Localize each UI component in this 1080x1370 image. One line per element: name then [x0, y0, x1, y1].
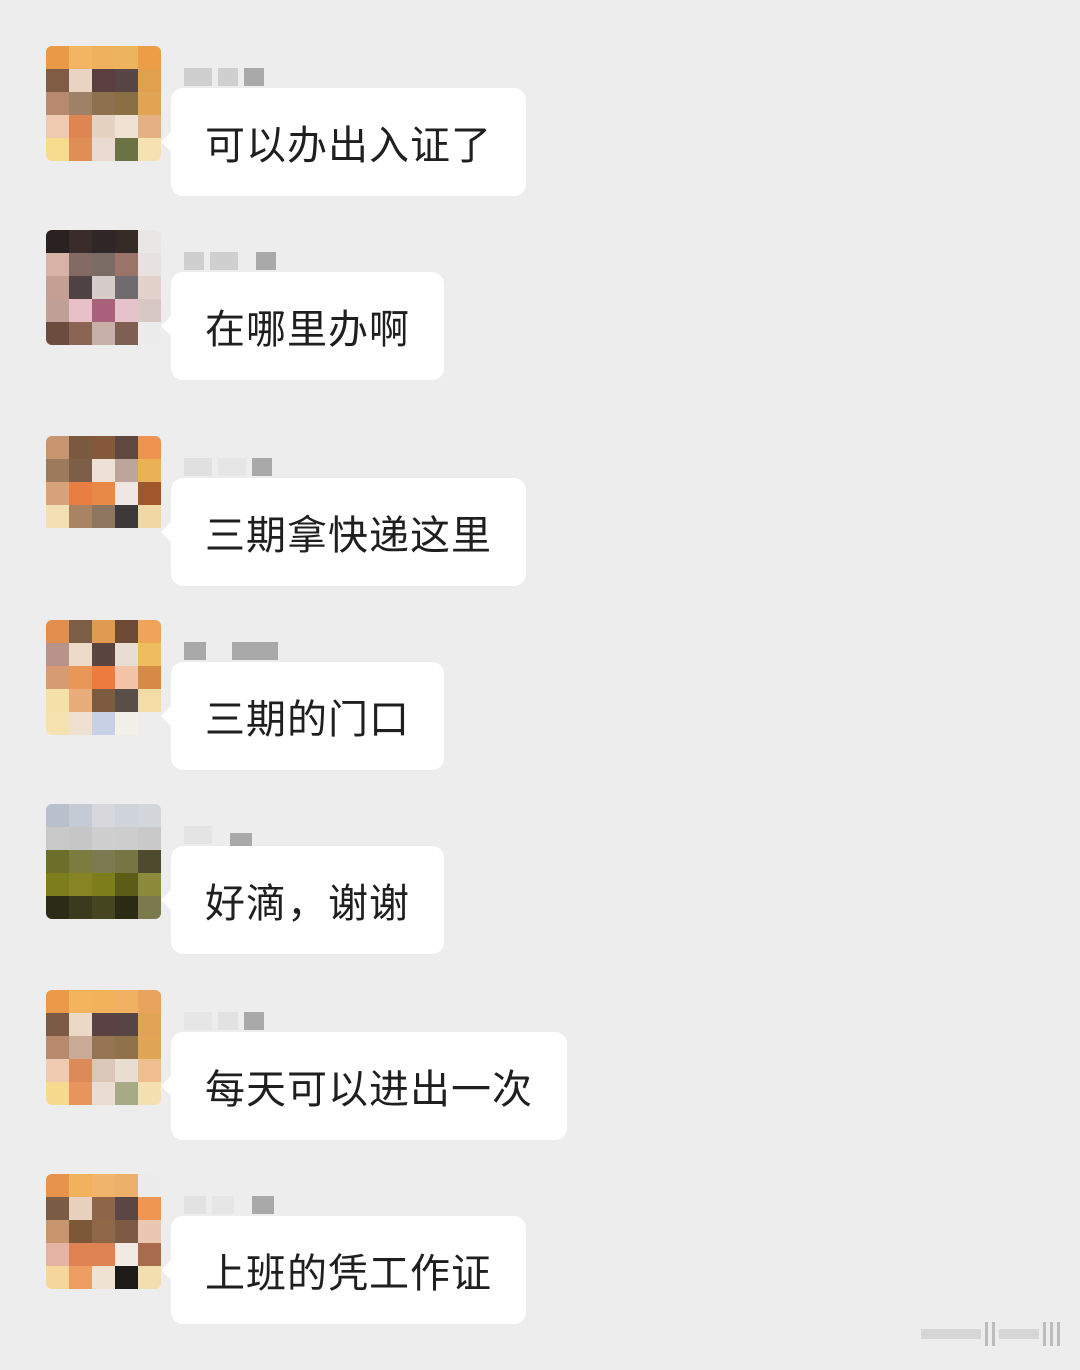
sender-name-redacted	[184, 250, 276, 272]
avatar[interactable]	[46, 1174, 161, 1289]
sender-name-redacted	[184, 640, 278, 662]
sender-name-redacted	[184, 1010, 264, 1032]
chat-message: 可以办出入证了	[0, 46, 1080, 234]
message-bubble: 三期拿快递这里	[161, 478, 526, 586]
message-bubble: 上班的凭工作证	[161, 1216, 526, 1324]
message-bubble: 可以办出入证了	[161, 88, 526, 196]
message-bubble: 三期的门口	[161, 662, 444, 770]
watermark-redacted	[921, 1322, 1060, 1346]
avatar[interactable]	[46, 436, 161, 551]
chat-message: 三期的门口	[0, 620, 1080, 808]
avatar[interactable]	[46, 804, 161, 919]
chat-message: 每天可以进出一次	[0, 990, 1080, 1178]
message-bubble: 在哪里办啊	[161, 272, 444, 380]
avatar[interactable]	[46, 620, 161, 735]
chat-history[interactable]: 可以办出入证了 在哪里办啊 三期拿快递这里 三期的门口 好滴，谢谢 每天可以进出…	[0, 0, 1080, 1370]
sender-name-redacted	[184, 66, 264, 88]
avatar[interactable]	[46, 46, 161, 161]
sender-name-redacted	[184, 456, 272, 478]
avatar[interactable]	[46, 230, 161, 345]
chat-message: 上班的凭工作证	[0, 1174, 1080, 1362]
chat-message: 在哪里办啊	[0, 230, 1080, 418]
sender-name-redacted	[184, 824, 252, 851]
message-bubble: 好滴，谢谢	[161, 846, 444, 954]
message-bubble: 每天可以进出一次	[161, 1032, 567, 1140]
chat-message: 好滴，谢谢	[0, 804, 1080, 992]
avatar[interactable]	[46, 990, 161, 1105]
sender-name-redacted	[184, 1194, 274, 1216]
chat-message: 三期拿快递这里	[0, 436, 1080, 624]
